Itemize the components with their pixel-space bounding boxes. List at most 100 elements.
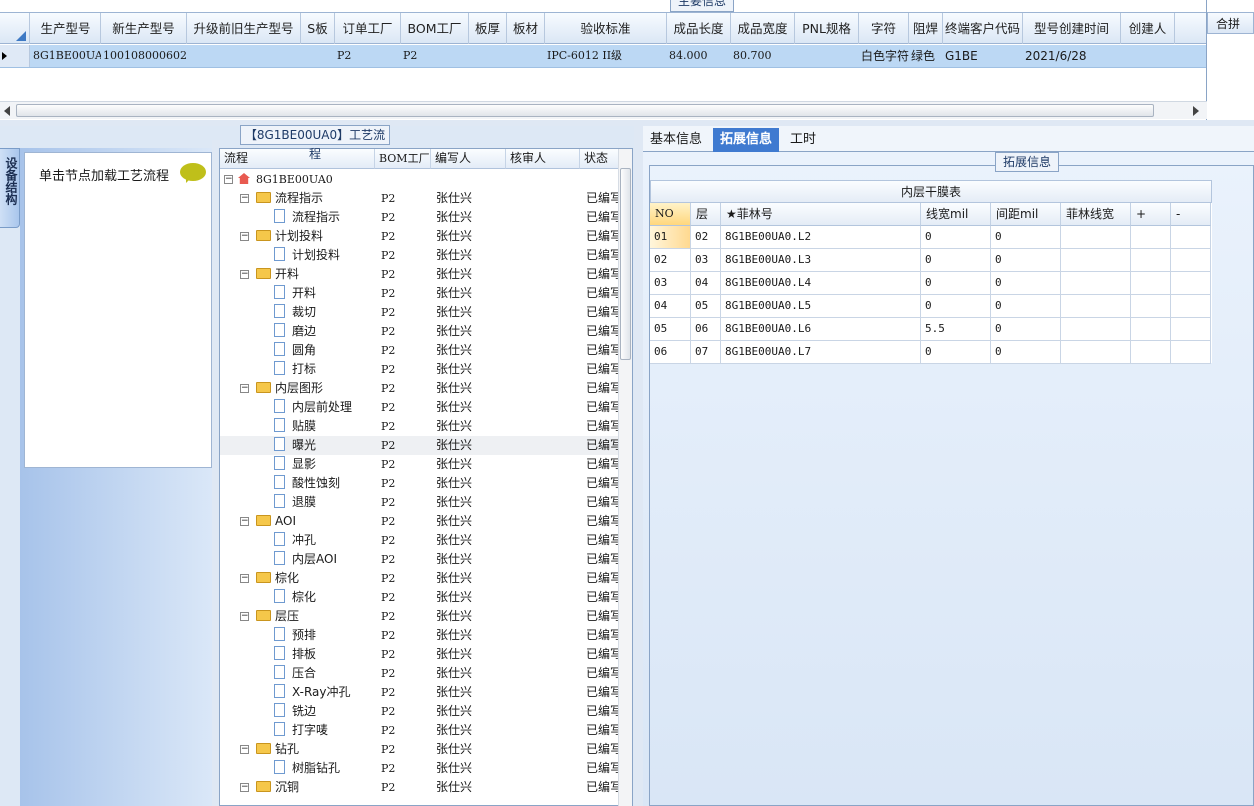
table-cell[interactable]: 0 <box>991 272 1061 295</box>
table-cell[interactable]: 0 <box>991 295 1061 318</box>
tree-row[interactable]: 开料 P2 张仕兴 已编写 <box>220 284 620 303</box>
table-cell[interactable] <box>1171 341 1211 364</box>
table-cell[interactable]: 8G1BE00UA0.L5 <box>721 295 921 318</box>
table-cell[interactable]: 0 <box>921 272 991 295</box>
tree-row[interactable]: − 8G1BE00UA0 <box>220 170 620 189</box>
column-header[interactable]: PNL规格 <box>795 13 859 44</box>
tree-row[interactable]: 棕化 P2 张仕兴 已编写 <box>220 588 620 607</box>
table-cell[interactable]: 80.700 <box>731 45 795 67</box>
table-cell[interactable]: 2021/6/28 <box>1023 45 1121 67</box>
table-cell[interactable] <box>1131 318 1171 341</box>
table-cell[interactable]: 0 <box>921 295 991 318</box>
table-cell[interactable]: 8G1BE00UA0.L3 <box>721 249 921 272</box>
tree-header-reviewer[interactable]: 核审人 <box>506 149 580 169</box>
table-cell[interactable]: P2 <box>401 45 469 67</box>
collapse-icon[interactable]: − <box>240 612 249 621</box>
collapse-icon[interactable]: − <box>240 270 249 279</box>
tree-row[interactable]: 显影 P2 张仕兴 已编写 <box>220 455 620 474</box>
table-cell[interactable] <box>795 45 859 67</box>
table-cell[interactable]: 0 <box>991 341 1061 364</box>
table-header[interactable]: ★菲林号 <box>721 203 921 226</box>
table-header[interactable]: NO <box>650 203 691 226</box>
table-cell[interactable]: 0 <box>991 226 1061 249</box>
tree-row[interactable]: − 计划投料 P2 张仕兴 已编写 <box>220 227 620 246</box>
tree-row[interactable]: − 流程指示 P2 张仕兴 已编写 <box>220 189 620 208</box>
table-cell[interactable] <box>1061 295 1131 318</box>
table-cell[interactable] <box>1131 341 1171 364</box>
column-header[interactable]: 板厚 <box>469 13 507 44</box>
scroll-thumb[interactable] <box>16 104 1154 117</box>
column-header[interactable]: 生产型号 <box>31 13 101 44</box>
column-header[interactable]: 字符 <box>859 13 909 44</box>
table-cell[interactable]: 0 <box>921 341 991 364</box>
table-cell[interactable]: 05 <box>650 318 691 341</box>
table-cell[interactable]: 01 <box>650 226 691 249</box>
table-cell[interactable]: 06 <box>691 318 721 341</box>
table-cell[interactable] <box>301 45 335 67</box>
table-cell[interactable] <box>1061 272 1131 295</box>
column-header[interactable]: 创建人 <box>1121 13 1175 44</box>
grid-corner[interactable] <box>0 13 30 44</box>
collapse-icon[interactable]: − <box>240 384 249 393</box>
table-cell[interactable]: 绿色 <box>909 45 943 67</box>
table-cell[interactable]: 0 <box>991 318 1061 341</box>
scroll-thumb[interactable] <box>620 168 631 360</box>
tree-row[interactable]: 打字唛 P2 张仕兴 已编写 <box>220 721 620 740</box>
tree-row[interactable]: 计划投料 P2 张仕兴 已编写 <box>220 246 620 265</box>
table-cell[interactable]: 5.5 <box>921 318 991 341</box>
column-header[interactable]: S板 <box>301 13 335 44</box>
tree-header-flow[interactable]: 流程 <box>220 149 375 169</box>
horizontal-scrollbar[interactable] <box>0 101 1207 119</box>
tree-row[interactable]: 内层前处理 P2 张仕兴 已编写 <box>220 398 620 417</box>
table-cell[interactable]: 05 <box>691 295 721 318</box>
table-cell[interactable] <box>1171 249 1211 272</box>
table-cell[interactable]: 8G1BE00UA0.L7 <box>721 341 921 364</box>
tree-row[interactable]: − 沉铜 P2 张仕兴 已编写 <box>220 778 620 797</box>
tree-row[interactable]: 排板 P2 张仕兴 已编写 <box>220 645 620 664</box>
collapse-icon[interactable]: − <box>240 783 249 792</box>
tree-row[interactable]: − 层压 P2 张仕兴 已编写 <box>220 607 620 626</box>
row-selector-icon[interactable] <box>0 45 30 67</box>
table-cell[interactable] <box>1171 295 1211 318</box>
table-cell[interactable] <box>1171 226 1211 249</box>
scroll-right-icon[interactable] <box>1193 106 1199 116</box>
column-header[interactable]: 板材 <box>507 13 545 44</box>
column-header[interactable]: 新生产型号 <box>101 13 187 44</box>
column-header[interactable]: 成品宽度 <box>731 13 795 44</box>
table-cell[interactable] <box>1061 249 1131 272</box>
column-header[interactable]: 订单工厂 <box>335 13 401 44</box>
collapse-icon[interactable]: − <box>240 194 249 203</box>
table-cell[interactable] <box>507 45 545 67</box>
right-splitter[interactable] <box>634 126 643 806</box>
table-header[interactable]: 线宽mil <box>921 203 991 226</box>
collapse-icon[interactable]: − <box>240 574 249 583</box>
table-cell[interactable] <box>1061 341 1131 364</box>
tab-basic-info[interactable]: 基本信息 <box>643 128 709 152</box>
tree-row[interactable]: − 开料 P2 张仕兴 已编写 <box>220 265 620 284</box>
column-header[interactable]: 升级前旧生产型号 <box>187 13 301 44</box>
table-cell[interactable]: 8G1BE00UA0.L4 <box>721 272 921 295</box>
table-cell[interactable] <box>469 45 507 67</box>
table-cell[interactable]: 8G1BE00UA0.L6 <box>721 318 921 341</box>
table-cell[interactable] <box>1061 226 1131 249</box>
table-cell[interactable] <box>1171 272 1211 295</box>
tree-row[interactable]: 铣边 P2 张仕兴 已编写 <box>220 702 620 721</box>
tree-row[interactable]: 预排 P2 张仕兴 已编写 <box>220 626 620 645</box>
table-cell[interactable]: IPC-6012 II级 <box>545 45 667 67</box>
tree-row[interactable]: 酸性蚀刻 P2 张仕兴 已编写 <box>220 474 620 493</box>
table-header[interactable]: 层 <box>691 203 721 226</box>
table-cell[interactable] <box>1121 45 1175 67</box>
collapse-icon[interactable]: − <box>224 175 233 184</box>
table-header[interactable]: 间距mil <box>991 203 1061 226</box>
table-cell[interactable] <box>1171 318 1211 341</box>
tree-row[interactable]: 树脂钻孔 P2 张仕兴 已编写 <box>220 759 620 778</box>
table-cell[interactable]: 8G1BE00UA0.L2 <box>721 226 921 249</box>
table-cell[interactable]: 03 <box>691 249 721 272</box>
table-cell[interactable]: P2 <box>335 45 401 67</box>
collapse-icon[interactable]: − <box>240 745 249 754</box>
vertical-scrollbar[interactable] <box>618 149 632 806</box>
table-cell[interactable]: 10010800060233 <box>101 45 187 67</box>
tree-row[interactable]: 流程指示 P2 张仕兴 已编写 <box>220 208 620 227</box>
tree-row[interactable]: 冲孔 P2 张仕兴 已编写 <box>220 531 620 550</box>
table-cell[interactable]: 0 <box>921 226 991 249</box>
